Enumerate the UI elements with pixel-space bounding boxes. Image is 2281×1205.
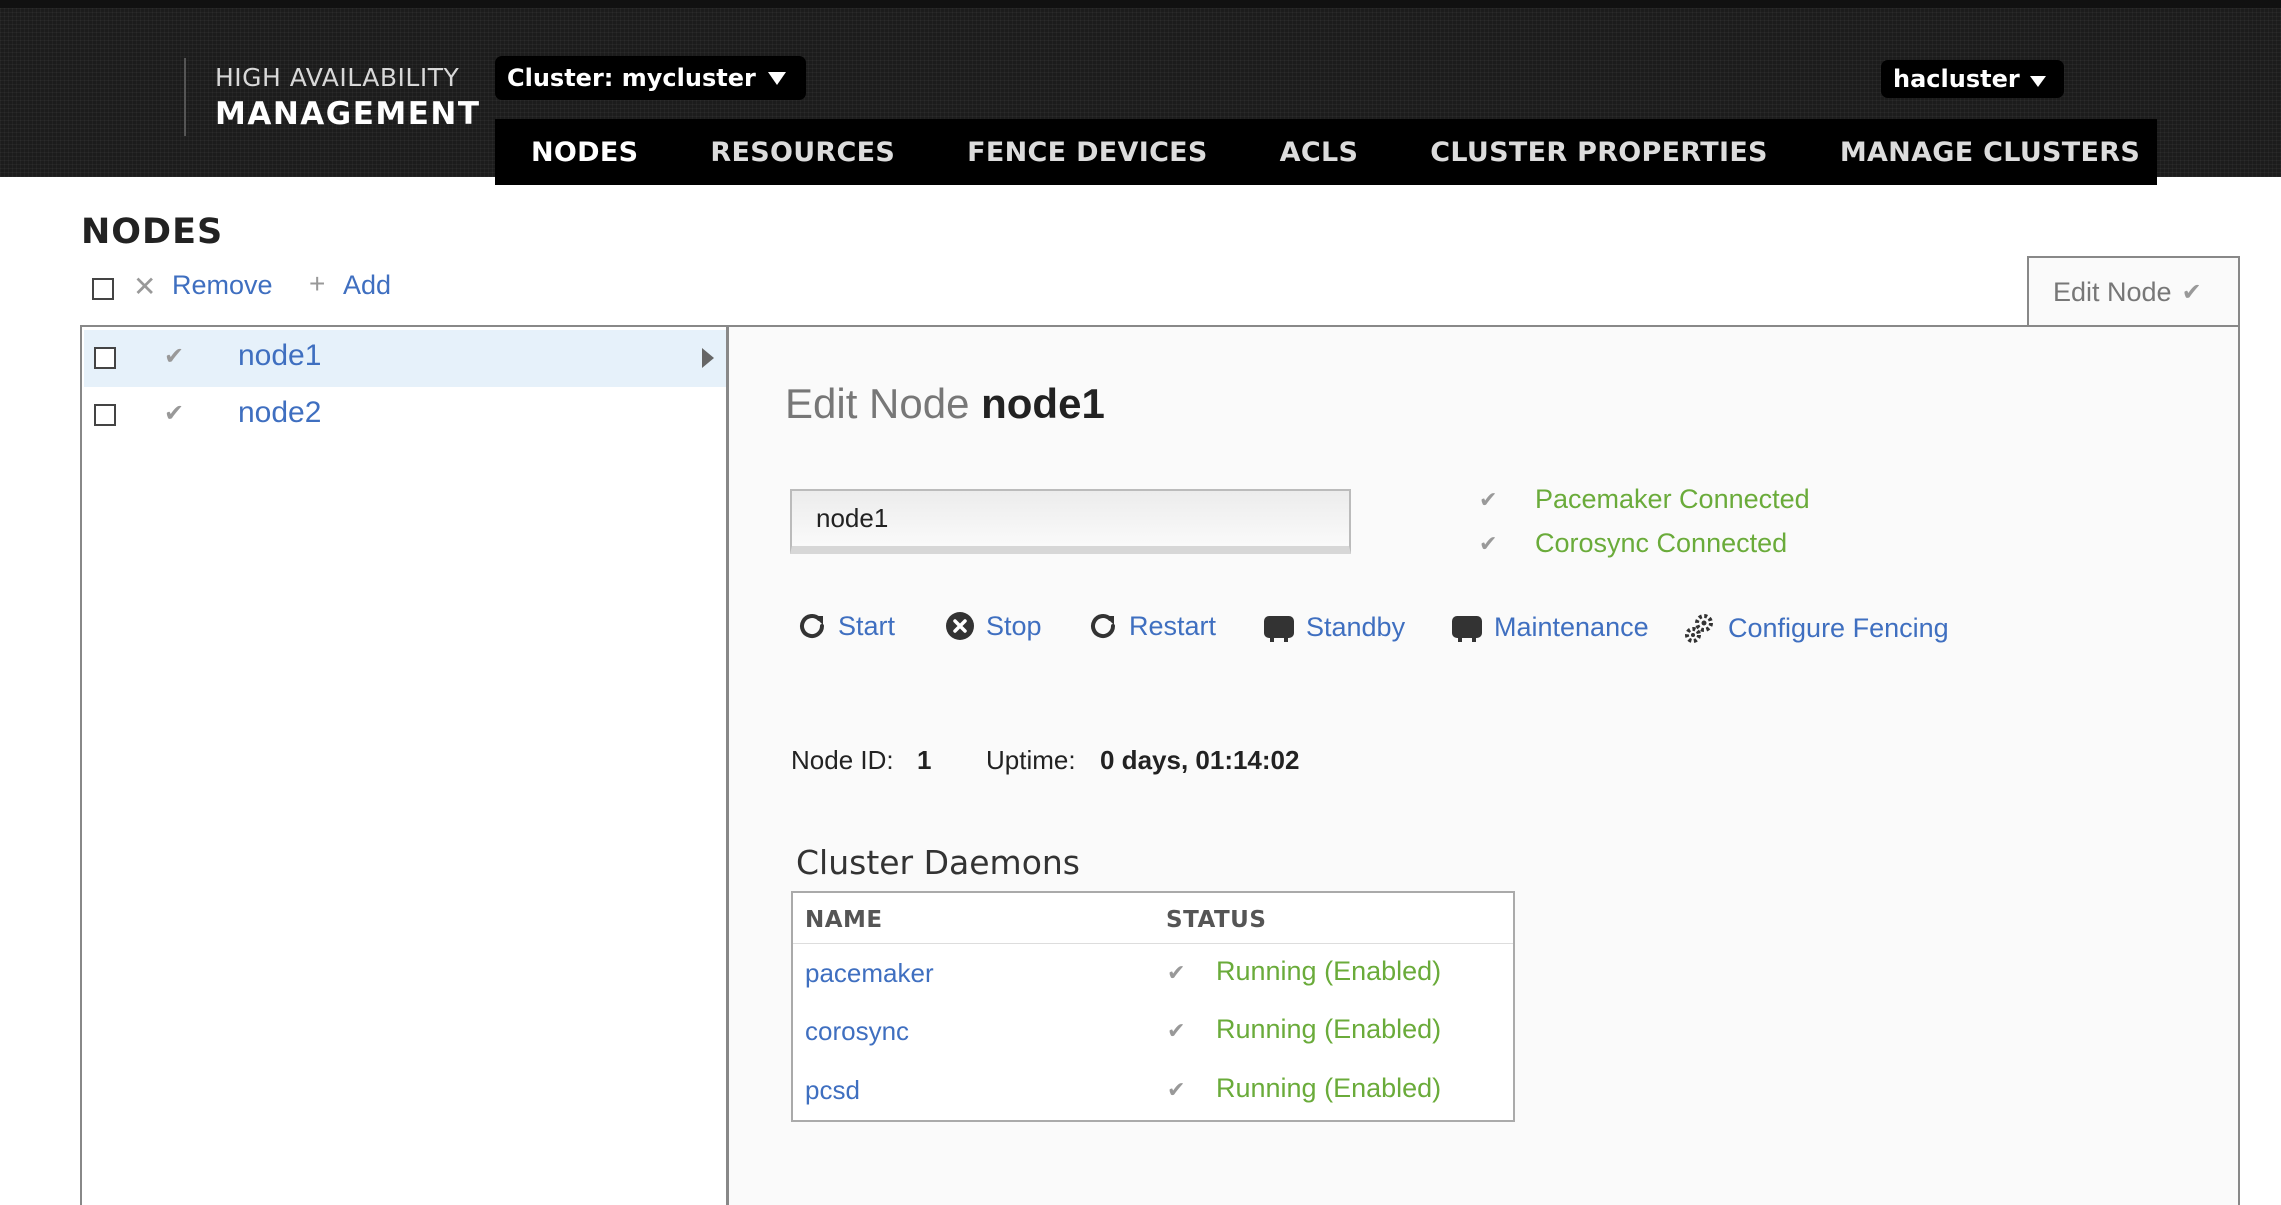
- daemon-name[interactable]: corosync: [805, 1016, 909, 1047]
- main-nav: NODES RESOURCES FENCE DEVICES ACLS CLUST…: [495, 119, 2157, 185]
- user-menu-label: hacluster: [1893, 65, 2020, 93]
- close-icon: ✕: [133, 271, 157, 302]
- maintenance-label: Maintenance: [1494, 611, 1649, 642]
- node-name-input[interactable]: [790, 489, 1351, 554]
- cluster-selector[interactable]: Cluster: mycluster: [495, 56, 806, 100]
- check-icon: ✔: [1479, 487, 1498, 512]
- restart-label: Restart: [1129, 610, 1217, 641]
- app-header: HIGH AVAILABILITY MANAGEMENT Cluster: my…: [0, 0, 2281, 185]
- standby-icon: [1264, 616, 1294, 642]
- check-icon: ✔: [1479, 531, 1498, 556]
- nav-cluster-properties[interactable]: CLUSTER PROPERTIES: [1430, 137, 1768, 168]
- node-id-label: Node ID:: [791, 745, 894, 775]
- pacemaker-status: Pacemaker Connected: [1535, 484, 1810, 514]
- check-icon: ✔: [1167, 960, 1186, 985]
- nav-resources[interactable]: RESOURCES: [710, 137, 895, 168]
- logo-divider: [184, 58, 186, 136]
- nav-fence-devices[interactable]: FENCE DEVICES: [967, 137, 1208, 168]
- daemon-status: Running (Enabled): [1216, 956, 1442, 986]
- node-checkbox[interactable]: [94, 404, 116, 426]
- node-checkbox[interactable]: [94, 347, 116, 369]
- logo-text-bottom: MANAGEMENT: [215, 96, 481, 132]
- daemon-status: Running (Enabled): [1216, 1073, 1442, 1103]
- node-list: ✔ node1 ✔ node2: [80, 325, 726, 1205]
- daemon-status: Running (Enabled): [1216, 1014, 1442, 1044]
- check-icon: ✔: [1167, 1018, 1186, 1043]
- corosync-status: Corosync Connected: [1535, 528, 1788, 558]
- column-header-name: NAME: [805, 907, 883, 933]
- tab-edit-node-label: Edit Node: [2053, 277, 2172, 307]
- user-menu[interactable]: hacluster: [1881, 60, 2064, 98]
- caret-right-icon: [702, 348, 714, 368]
- maintenance-button[interactable]: Maintenance: [1450, 610, 1649, 644]
- cluster-selector-label: Cluster: mycluster: [507, 64, 756, 92]
- standby-label: Standby: [1306, 611, 1406, 642]
- stop-label: Stop: [986, 610, 1042, 641]
- edit-node-title: Edit Node node1: [785, 380, 1105, 428]
- node-row[interactable]: ✔ node2: [84, 387, 726, 444]
- gears-icon: [1685, 614, 1713, 643]
- cluster-daemons-title: Cluster Daemons: [796, 843, 1080, 882]
- column-header-status: STATUS: [1166, 907, 1267, 933]
- nav-acls[interactable]: ACLS: [1280, 137, 1359, 168]
- cluster-daemons-table: NAME STATUS pacemaker ✔ Running (Enabled…: [791, 891, 1515, 1122]
- chevron-down-icon: [767, 71, 786, 85]
- start-label: Start: [838, 610, 896, 641]
- daemon-name[interactable]: pcsd: [805, 1075, 860, 1106]
- node-id-value: 1: [917, 745, 932, 775]
- edit-node-title-prefix: Edit Node: [785, 380, 970, 427]
- nav-manage-clusters[interactable]: MANAGE CLUSTERS: [1840, 137, 2140, 168]
- uptime-label: Uptime:: [986, 745, 1076, 775]
- configure-fencing-button[interactable]: Configure Fencing: [1682, 610, 1949, 646]
- node-name[interactable]: node2: [238, 396, 321, 430]
- plus-icon: +: [309, 268, 326, 299]
- remove-button[interactable]: Remove: [172, 270, 273, 301]
- page-title: NODES: [81, 212, 224, 252]
- chevron-down-icon: [2029, 75, 2046, 87]
- standby-button[interactable]: Standby: [1262, 610, 1405, 644]
- daemon-name[interactable]: pacemaker: [805, 958, 934, 989]
- configure-fencing-label: Configure Fencing: [1728, 612, 1949, 643]
- maintenance-icon: [1452, 616, 1482, 642]
- start-button[interactable]: Start: [796, 610, 895, 642]
- refresh-icon: [800, 614, 825, 639]
- restart-button[interactable]: Restart: [1087, 610, 1216, 642]
- check-icon: ✔: [164, 343, 185, 370]
- node-row[interactable]: ✔ node1: [84, 330, 726, 387]
- logo-text-top: HIGH AVAILABILITY: [215, 63, 460, 92]
- table-divider: [793, 943, 1513, 944]
- tab-edit-node[interactable]: Edit Node ✔: [2027, 256, 2240, 327]
- refresh-icon: [1091, 614, 1116, 639]
- stop-circle-icon: [946, 612, 974, 640]
- select-all-checkbox[interactable]: [92, 278, 114, 300]
- stop-button[interactable]: Stop: [944, 610, 1042, 642]
- nav-nodes[interactable]: NODES: [531, 137, 638, 168]
- uptime-value: 0 days, 01:14:02: [1100, 745, 1300, 775]
- node-name[interactable]: node1: [238, 339, 321, 373]
- edit-node-title-name: node1: [981, 380, 1105, 427]
- check-icon: ✔: [2181, 279, 2202, 306]
- check-icon: ✔: [1167, 1077, 1186, 1102]
- check-icon: ✔: [164, 400, 185, 427]
- add-button[interactable]: Add: [343, 270, 391, 301]
